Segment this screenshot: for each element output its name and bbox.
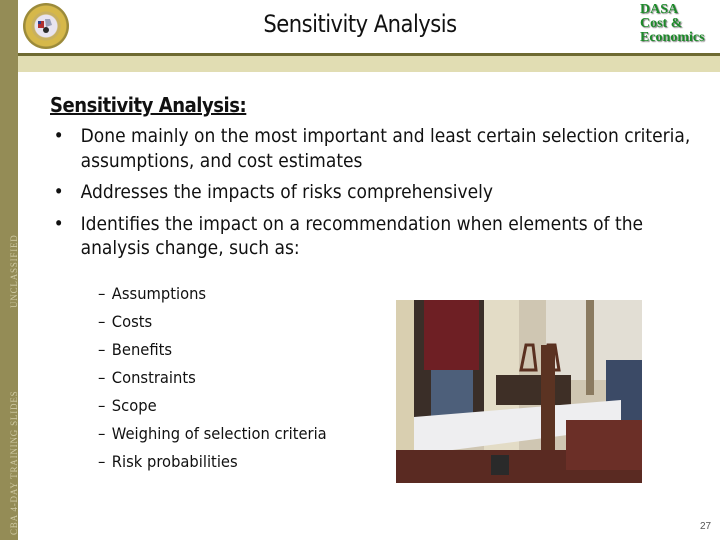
dash-icon: – — [98, 452, 106, 471]
sub-item-text: Constraints — [111, 368, 196, 387]
sub-item: – Constraints — [98, 364, 327, 392]
sub-item: – Scope — [98, 392, 327, 420]
sub-item: – Benefits — [98, 336, 327, 364]
logo-line: Economics — [640, 30, 705, 45]
bullet-item: • Addresses the impacts of risks comprehe… — [50, 180, 711, 205]
course-label: CBA 4-DAY TRAINING SLIDES — [9, 390, 19, 535]
dash-icon: – — [98, 312, 106, 331]
dash-icon: – — [98, 396, 106, 415]
bullet-item: • Done mainly on the most important and l… — [50, 124, 711, 173]
slide-title: Sensitivity Analysis — [263, 10, 457, 38]
dash-icon: – — [98, 284, 106, 303]
logo-line: DASA — [640, 2, 679, 17]
bullet-text: Addresses the impacts of risks comprehen… — [80, 181, 494, 203]
header-band — [18, 56, 720, 72]
bullet-item: • Identifies the impact on a recommendati… — [50, 212, 711, 261]
classification-label: UNCLASSIFIED — [9, 234, 19, 308]
bullet-text: Done mainly on the most important and le… — [80, 125, 691, 172]
bullet-text: Identifies the impact on a recommendatio… — [80, 212, 644, 260]
beam-test-illustration — [396, 300, 642, 483]
section-heading: Sensitivity Analysis: — [50, 93, 247, 117]
sidebar: UNCLASSIFIED CBA 4-DAY TRAINING SLIDES — [0, 0, 19, 540]
sub-item-list: – Assumptions – Costs – Benefits – Constrain… — [98, 280, 347, 476]
dash-icon: – — [98, 340, 106, 359]
page-number: 27 — [700, 521, 712, 532]
sub-item: – Weighing of selection criteria — [98, 420, 327, 448]
bullet-icon: • — [53, 181, 64, 203]
sub-item-text: Risk probabilities — [111, 452, 238, 471]
dash-icon: – — [98, 424, 106, 443]
sub-item: – Costs — [98, 308, 327, 336]
beam-test-photo — [396, 300, 642, 483]
logo-line: Cost & — [640, 16, 683, 31]
bullet-icon: • — [53, 125, 64, 147]
sub-item: – Assumptions — [98, 280, 327, 308]
sub-item-text: Benefits — [111, 340, 173, 359]
dasa-cost-economics-logo: DASA Cost & Economics — [640, 3, 720, 45]
sub-item-text: Weighing of selection criteria — [111, 424, 327, 443]
dash-icon: – — [98, 368, 106, 387]
sub-item-text: Costs — [111, 312, 153, 331]
bullet-list: • Done mainly on the most important and l… — [50, 124, 720, 268]
sub-item: – Risk probabilities — [98, 448, 327, 476]
bullet-icon: • — [53, 212, 64, 235]
sub-item-text: Scope — [111, 396, 157, 415]
sub-item-text: Assumptions — [111, 284, 207, 303]
